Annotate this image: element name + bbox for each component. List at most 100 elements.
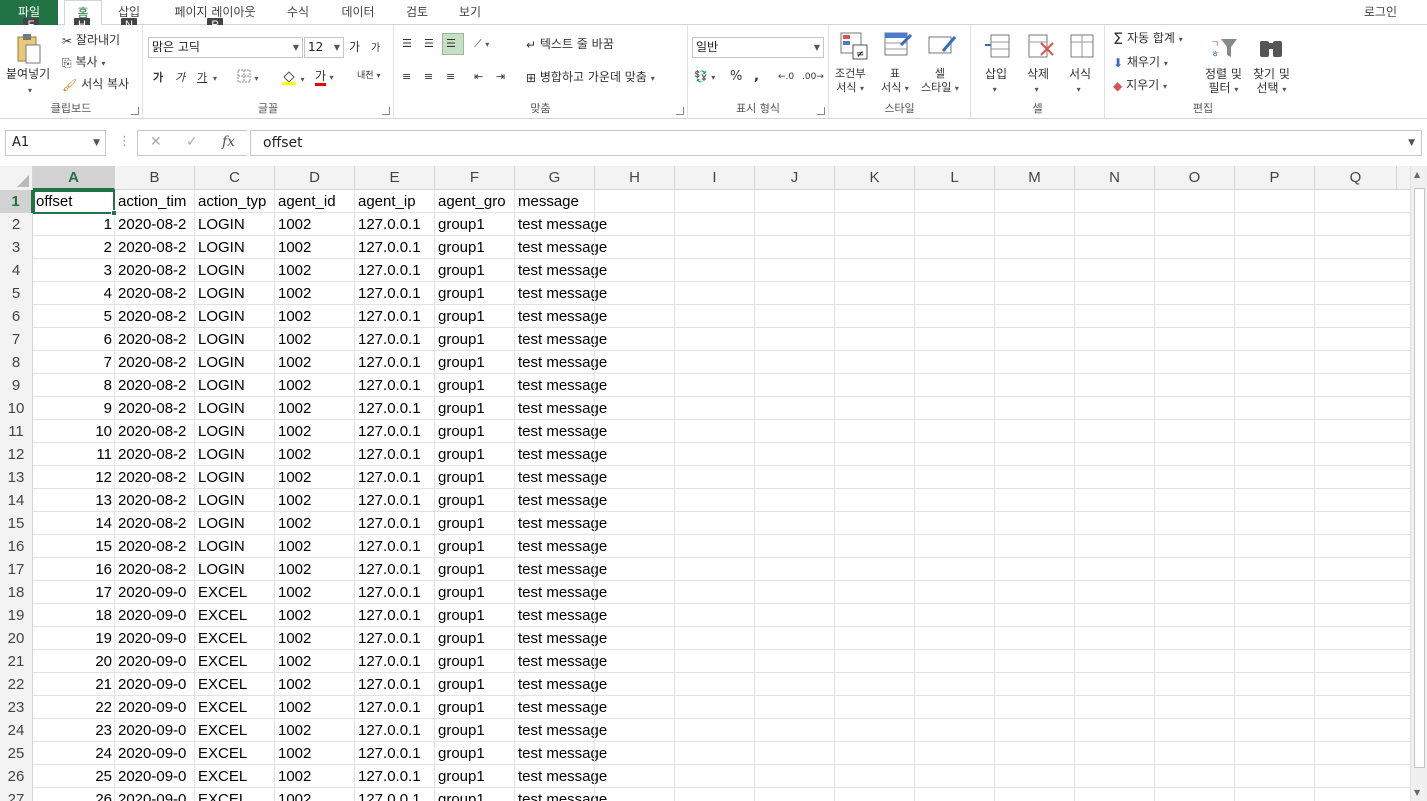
cell[interactable]: message [515,190,685,213]
scroll-down-icon[interactable]: ▼ [1414,788,1420,797]
cell[interactable]: 24 [33,742,115,765]
cell[interactable]: agent_ip [355,190,435,213]
cell[interactable]: test message [515,558,685,581]
cell[interactable]: LOGIN [195,397,275,420]
cell[interactable]: 127.0.0.1 [355,236,435,259]
font-color-button[interactable]: 가 ▾ [315,69,334,86]
bold-button[interactable]: 가 [153,71,163,85]
cell[interactable]: 127.0.0.1 [355,742,435,765]
cell[interactable]: 2020-09-0 [115,650,195,673]
cell[interactable]: 19 [33,627,115,650]
cell[interactable]: LOGIN [195,328,275,351]
cell[interactable]: group1 [435,305,515,328]
cell[interactable]: LOGIN [195,236,275,259]
cell[interactable]: group1 [435,650,515,673]
cell[interactable]: LOGIN [195,466,275,489]
column-header-h[interactable]: H [595,166,675,190]
cell[interactable]: LOGIN [195,558,275,581]
fill-handle[interactable] [111,210,117,216]
cell[interactable]: 127.0.0.1 [355,558,435,581]
grow-font-button[interactable]: 가 [349,40,360,54]
cell[interactable]: group1 [435,696,515,719]
row-header[interactable]: 12 [0,443,33,466]
cell[interactable]: 127.0.0.1 [355,443,435,466]
cell[interactable]: 18 [33,604,115,627]
column-header-k[interactable]: K [835,166,915,190]
cell[interactable]: test message [515,466,685,489]
row-header[interactable]: 23 [0,696,33,719]
cell-styles-button[interactable]: 셀 스타일 ▾ [921,67,959,96]
phonetic-button[interactable]: 내천 ▾ [357,69,380,83]
cell[interactable]: test message [515,374,685,397]
cell[interactable]: test message [515,282,685,305]
cell[interactable]: 1002 [275,581,355,604]
cell[interactable]: 127.0.0.1 [355,535,435,558]
cell[interactable]: 2020-08-2 [115,397,195,420]
cell[interactable]: 12 [33,466,115,489]
cell[interactable]: test message [515,443,685,466]
shrink-font-button[interactable]: 가 [371,42,380,56]
cell[interactable]: 15 [33,535,115,558]
cell[interactable]: 10 [33,420,115,443]
cell[interactable]: EXCEL [195,696,275,719]
cell[interactable]: 1002 [275,696,355,719]
alignment-launcher-icon[interactable] [676,107,684,115]
cell[interactable]: group1 [435,236,515,259]
row-header[interactable]: 8 [0,351,33,374]
cell[interactable]: LOGIN [195,443,275,466]
cell[interactable]: 127.0.0.1 [355,374,435,397]
cell[interactable]: test message [515,696,685,719]
row-header[interactable]: 24 [0,719,33,742]
orientation-button[interactable]: ⟋ ▾ [474,37,489,52]
row-header[interactable]: 10 [0,397,33,420]
column-header-j[interactable]: J [755,166,835,190]
cell[interactable]: test message [515,305,685,328]
cell[interactable]: LOGIN [195,512,275,535]
cell[interactable]: group1 [435,282,515,305]
row-header[interactable]: 21 [0,650,33,673]
name-box[interactable]: A1 ▼ [5,130,106,156]
decrease-decimal-button[interactable]: .00→ [802,70,824,85]
row-header[interactable]: 27 [0,788,33,801]
cell[interactable]: 127.0.0.1 [355,581,435,604]
tab-formulas[interactable]: 수식 [278,0,318,25]
cell[interactable]: group1 [435,581,515,604]
row-header[interactable]: 18 [0,581,33,604]
cell[interactable]: 2020-08-2 [115,443,195,466]
cell[interactable]: 2020-08-2 [115,236,195,259]
cell[interactable]: 2020-08-2 [115,259,195,282]
cell[interactable]: 4 [33,282,115,305]
fill-color-button[interactable]: ▾ [281,69,305,89]
cell[interactable]: group1 [435,213,515,236]
underline-button[interactable]: 가 [197,71,207,85]
row-header[interactable]: 25 [0,742,33,765]
cell[interactable]: group1 [435,719,515,742]
cell[interactable]: 127.0.0.1 [355,765,435,788]
cell[interactable]: group1 [435,765,515,788]
find-select-button[interactable]: 찾기 및 선택 ▾ [1253,67,1290,97]
cancel-icon[interactable]: ✕ [150,134,162,150]
cell[interactable]: LOGIN [195,305,275,328]
cell[interactable]: 1002 [275,397,355,420]
cell[interactable]: group1 [435,466,515,489]
cell[interactable]: 2020-09-0 [115,673,195,696]
format-as-table-button[interactable]: 표 서식 ▾ [881,67,909,96]
cell[interactable]: EXCEL [195,742,275,765]
cell[interactable]: 2020-08-2 [115,305,195,328]
row-header[interactable]: 3 [0,236,33,259]
row-header[interactable]: 20 [0,627,33,650]
cell[interactable]: test message [515,673,685,696]
cell[interactable]: 2 [33,236,115,259]
cell[interactable]: 127.0.0.1 [355,351,435,374]
italic-button[interactable]: 가 [175,71,185,85]
cell[interactable]: 127.0.0.1 [355,696,435,719]
cell[interactable]: 2020-08-2 [115,466,195,489]
align-center-button[interactable]: ≡ [424,70,433,84]
paste-button[interactable]: 붙여넣기 [6,67,50,81]
cell[interactable]: 127.0.0.1 [355,512,435,535]
cell[interactable]: 2020-08-2 [115,558,195,581]
cell[interactable]: 2020-09-0 [115,627,195,650]
column-header-f[interactable]: F [435,166,515,190]
increase-indent-button[interactable]: ⇥ [496,70,505,84]
format-painter-button[interactable]: 🖌 서식 복사 [62,77,129,92]
